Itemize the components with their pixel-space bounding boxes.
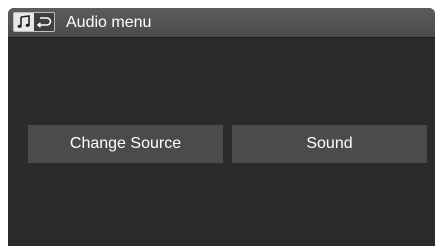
back-arrow-icon[interactable]	[34, 13, 54, 31]
audio-menu-screen: Audio menu Change Source Sound	[8, 8, 435, 246]
header-icon-group[interactable]	[13, 12, 55, 32]
music-note-icon	[14, 13, 34, 31]
change-source-button[interactable]: Change Source	[28, 125, 223, 163]
header-bar: Audio menu	[8, 8, 435, 38]
sound-button[interactable]: Sound	[232, 125, 427, 163]
page-title: Audio menu	[66, 14, 152, 31]
